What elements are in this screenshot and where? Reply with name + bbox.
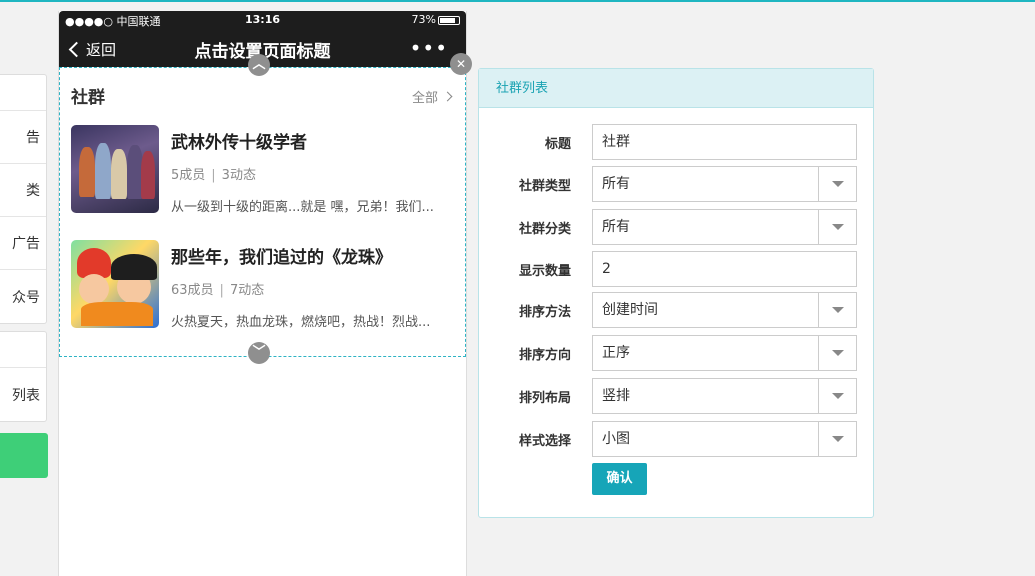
dropdown-arrow-icon[interactable] [818, 167, 856, 201]
panel-title: 社群列表 [479, 69, 873, 108]
sort-direction-select[interactable]: 正序 [592, 335, 857, 371]
form-row-sort-direction: 排序方向 正序 [479, 335, 875, 371]
community-description: 火热夏天，热血龙珠，燃烧吧，热战！烈战... [171, 315, 431, 330]
view-all-link[interactable]: 全部 [411, 87, 453, 106]
community-meta: 5成员 | 3动态 [171, 168, 256, 183]
form-row-community-type: 社群类型 所有 [479, 166, 875, 202]
battery-icon [438, 16, 460, 25]
form-row-display-count: 显示数量 2 [479, 251, 875, 287]
field-label: 排序方向 [518, 348, 571, 363]
style-select[interactable]: 小图 [592, 421, 857, 457]
form-row-sort-method: 排序方法 创建时间 [479, 292, 875, 328]
sidebar-group-header [0, 75, 46, 111]
community-thumbnail [71, 125, 159, 213]
dropdown-arrow-icon[interactable] [818, 336, 856, 370]
sidebar-group-2: 列表 [0, 331, 47, 422]
select-value: 创建时间 [602, 302, 658, 318]
select-value: 竖排 [602, 388, 630, 404]
sidebar-group-1: 告 类 广告 众号 [0, 74, 47, 324]
field-label: 显示数量 [518, 264, 571, 279]
top-accent-line [0, 0, 1035, 2]
sidebar-item[interactable]: 众号 [0, 270, 46, 323]
field-label: 排列布局 [518, 391, 571, 406]
form-row-community-category: 社群分类 所有 [479, 209, 875, 245]
community-type-select[interactable]: 所有 [592, 166, 857, 202]
dropdown-arrow-icon[interactable] [818, 293, 856, 327]
field-label: 样式选择 [518, 434, 571, 449]
sidebar-item[interactable]: 广告 [0, 217, 46, 270]
confirm-button[interactable]: 确认 [592, 463, 647, 495]
move-down-icon[interactable]: ﹀ [248, 342, 270, 364]
close-icon[interactable]: ✕ [450, 53, 472, 75]
community-description: 从一级到十级的距离...就是 嘿，兄弟！我们... [171, 200, 434, 215]
status-bar: ●●●●○ 中国联通 13:16 73% [59, 11, 466, 29]
more-icon[interactable]: ••• [410, 36, 448, 60]
sidebar-item[interactable]: 告 [0, 111, 46, 164]
sidebar-item[interactable]: 列表 [0, 368, 46, 421]
dropdown-arrow-icon[interactable] [818, 379, 856, 413]
move-up-icon[interactable]: ︿ [248, 54, 270, 76]
title-input[interactable]: 社群 [592, 124, 857, 160]
sidebar-item[interactable]: 类 [0, 164, 46, 217]
view-all-label: 全部 [411, 91, 438, 106]
form-row-layout: 排列布局 竖排 [479, 378, 875, 414]
community-item[interactable]: 那些年，我们追过的《龙珠》 63成员 | 7动态 火热夏天，热血龙珠，燃烧吧，热战！… [71, 240, 457, 330]
select-value: 小图 [602, 431, 630, 447]
dropdown-arrow-icon[interactable] [818, 210, 856, 244]
community-category-select[interactable]: 所有 [592, 209, 857, 245]
field-label: 标题 [544, 137, 571, 152]
field-label: 社群类型 [518, 179, 571, 194]
layout-select[interactable]: 竖排 [592, 378, 857, 414]
post-count: 7动态 [229, 283, 265, 298]
phone-preview: ●●●●○ 中国联通 13:16 73% 返回 点击设置页面标题 ••• 社群 … [58, 11, 472, 576]
form-row-title: 标题 社群 [479, 124, 875, 160]
community-module[interactable]: 社群 全部 武林外传十级学者 5成员 | 3动态 从一级到十级的距离...就是 嘿，… [59, 67, 466, 357]
display-count-input[interactable]: 2 [592, 251, 857, 287]
select-value: 所有 [602, 176, 630, 192]
settings-panel: 社群列表 标题 社群 社群类型 所有 社群分类 所有 显示数量 2 排序方法 创… [478, 68, 874, 518]
community-thumbnail [71, 240, 159, 328]
community-item[interactable]: 武林外传十级学者 5成员 | 3动态 从一级到十级的距离...就是 嘿，兄弟！我们.… [71, 125, 457, 215]
member-count: 5成员 [171, 168, 206, 183]
field-label: 社群分类 [518, 222, 571, 237]
sidebar-group-header [0, 332, 46, 368]
form-row-style: 样式选择 小图 [479, 421, 875, 457]
chevron-right-icon [442, 91, 453, 102]
select-value: 所有 [602, 219, 630, 235]
member-count: 63成员 [171, 283, 214, 298]
module-title: 社群 [71, 88, 105, 108]
sidebar-green-button[interactable] [0, 433, 48, 478]
select-value: 正序 [602, 345, 630, 361]
field-label: 排序方法 [518, 305, 571, 320]
status-time: 13:16 [244, 13, 280, 26]
community-name: 武林外传十级学者 [171, 133, 307, 153]
post-count: 3动态 [221, 168, 256, 183]
community-name: 那些年，我们追过的《龙珠》 [171, 248, 392, 268]
battery-percent: 73% [411, 13, 436, 26]
sort-method-select[interactable]: 创建时间 [592, 292, 857, 328]
community-meta: 63成员 | 7动态 [171, 283, 265, 298]
dropdown-arrow-icon[interactable] [818, 422, 856, 456]
